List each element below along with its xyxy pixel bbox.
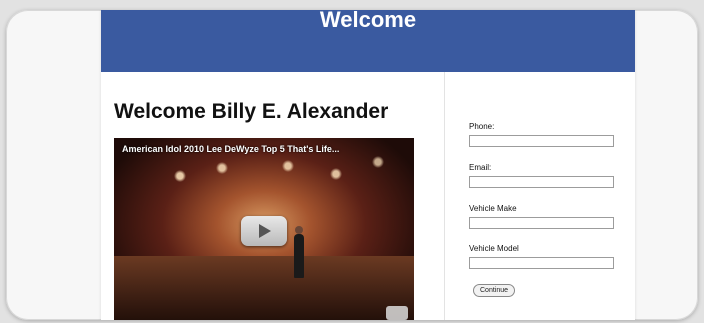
vehicle-model-input[interactable] [469,257,614,269]
video-crowd [114,288,414,320]
phone-label: Phone: [469,122,495,131]
email-input[interactable] [469,176,614,188]
banner-title: Welcome [319,10,417,32]
phone-input[interactable] [469,135,614,147]
vehicle-make-label: Vehicle Make [469,204,517,213]
vehicle-model-label: Vehicle Model [469,244,519,253]
vehicle-make-input[interactable] [469,217,614,229]
web-page: Welcome Welcome Billy E. Alexander Ameri… [101,10,635,320]
video-title[interactable]: American Idol 2010 Lee DeWyze Top 5 That… [122,144,339,154]
video-performer [294,226,304,278]
play-icon [259,224,271,238]
play-button[interactable] [241,216,287,246]
email-label: Email: [469,163,492,172]
continue-button[interactable]: Continue [473,284,516,297]
header-banner: Welcome [101,10,635,72]
column-divider [444,72,445,320]
video-logo-icon[interactable] [386,306,408,320]
welcome-heading: Welcome Billy E. Alexander [114,100,389,123]
video-player[interactable]: American Idol 2010 Lee DeWyze Top 5 That… [114,138,414,320]
screenshot-frame: Welcome Welcome Billy E. Alexander Ameri… [6,10,698,320]
